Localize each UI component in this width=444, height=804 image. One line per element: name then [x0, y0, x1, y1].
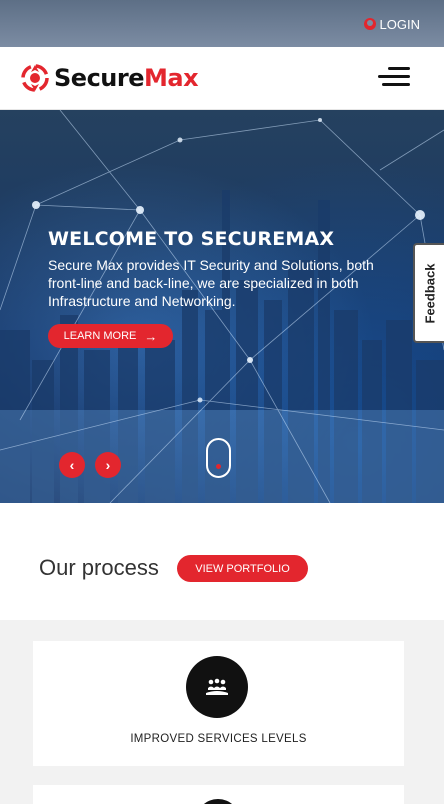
hero-description: Secure Max provides IT Security and Solu… — [48, 257, 374, 309]
feedback-tab[interactable]: Feedback — [413, 243, 444, 343]
feedback-label: Feedback — [422, 263, 438, 323]
top-bar: LOGIN — [0, 0, 444, 47]
brand-name-first: Secure — [54, 64, 145, 92]
login-label: LOGIN — [379, 16, 420, 32]
process-cards: IMPROVED SERVICES LEVELS — [0, 620, 444, 804]
hamburger-menu-icon[interactable] — [378, 65, 410, 89]
section-title: Our process — [39, 555, 159, 580]
chevron-right-icon[interactable]: › — [95, 452, 121, 478]
view-portfolio-button[interactable]: VIEW PORTFOLIO — [177, 555, 308, 582]
learn-more-button[interactable]: LEARN MORE → — [48, 324, 173, 348]
brand-name: SecureMax — [54, 64, 199, 92]
team-hand-icon — [186, 656, 248, 718]
logo-emblem-icon — [21, 64, 49, 92]
scroll-indicator[interactable] — [206, 438, 231, 478]
scroll-dot — [216, 464, 221, 469]
brand-logo[interactable]: SecureMax — [20, 61, 199, 95]
hero-slider: WELCOME TO SECUREMAX Secure Max provides… — [0, 110, 444, 503]
hero-title: WELCOME TO SECUREMAX — [48, 228, 335, 250]
chevron-left-icon[interactable]: ‹ — [59, 452, 85, 478]
card-label: IMPROVED SERVICES LEVELS — [130, 733, 307, 745]
user-icon — [363, 18, 376, 30]
learn-more-label: LEARN MORE — [63, 330, 137, 342]
login-link[interactable]: LOGIN — [363, 16, 420, 32]
process-card: IMPROVED SERVICES LEVELS — [33, 641, 404, 766]
process-icon — [196, 799, 240, 804]
site-header: SecureMax — [0, 47, 444, 110]
process-card — [33, 785, 404, 804]
brand-name-second: Max — [144, 64, 199, 92]
arrow-right-icon: → — [144, 328, 158, 344]
process-section: Our process VIEW PORTFOLIO — [0, 503, 444, 620]
